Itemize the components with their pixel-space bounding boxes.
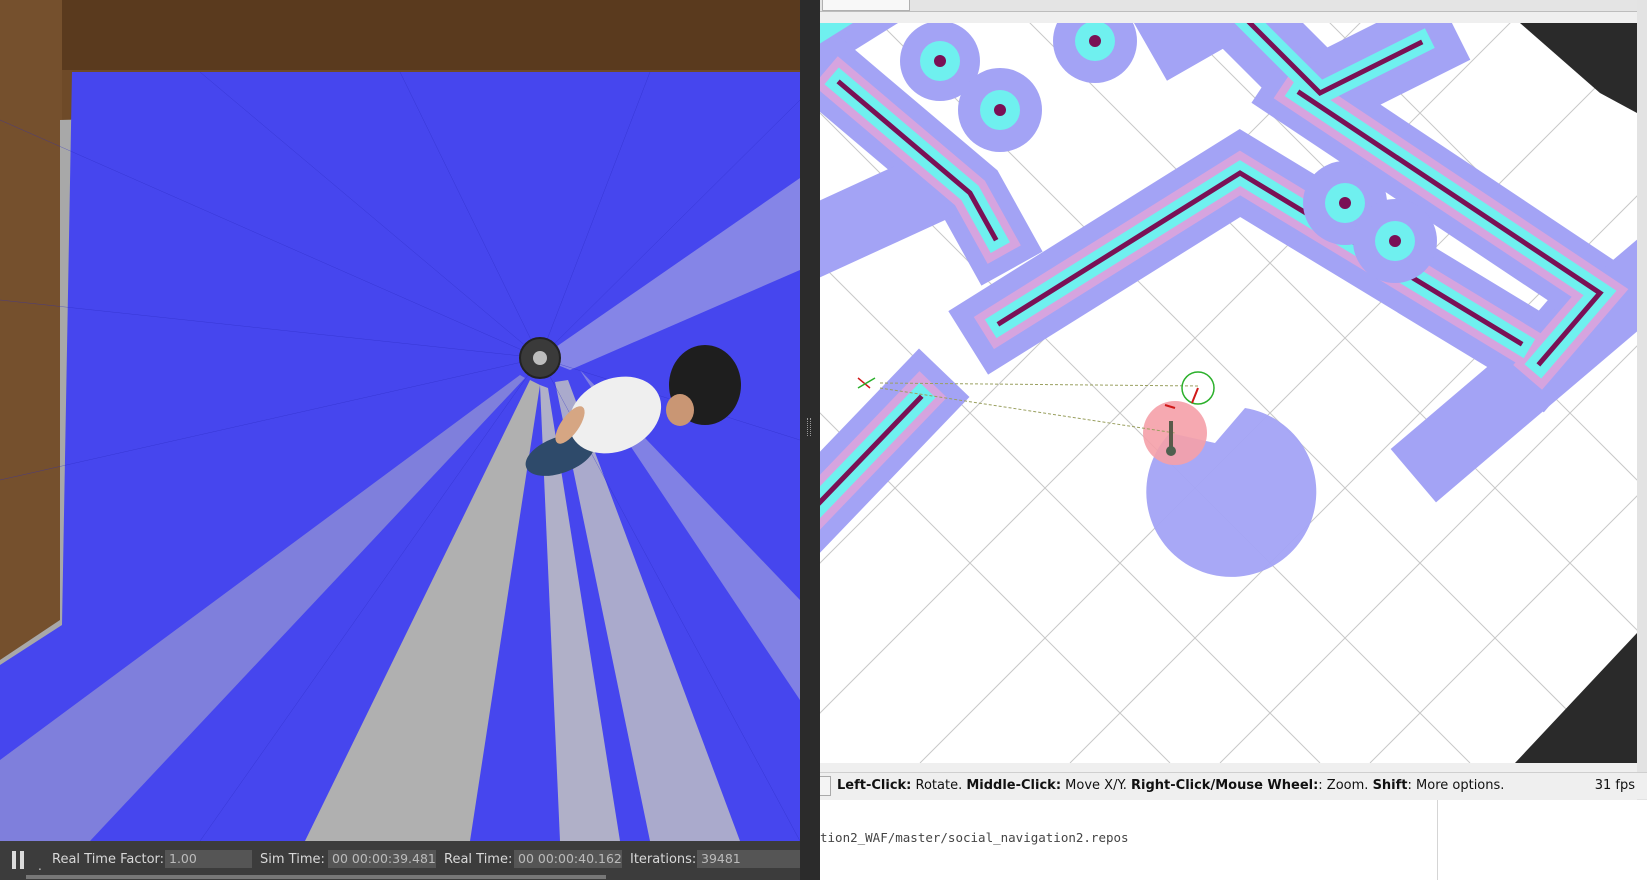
fps-counter: 31 fps <box>1594 778 1635 793</box>
rviz-3d-view[interactable] <box>820 23 1637 763</box>
wall-top <box>0 0 800 70</box>
rviz-status-bar: Left-Click: Rotate. Middle-Click: Move X… <box>820 772 1647 799</box>
gazebo-status-bar: . Real Time Factor: 1.00 Sim Time: 00 00… <box>0 841 800 880</box>
pane-divider <box>1437 800 1438 880</box>
map-edge <box>1515 633 1637 763</box>
robot-sensor <box>533 351 547 365</box>
gazebo-window: . Real Time Factor: 1.00 Sim Time: 00 00… <box>0 0 800 880</box>
iterations-label: Iterations: <box>630 852 697 867</box>
iterations-value: 39481 <box>697 850 800 868</box>
rviz-side-panel <box>1637 0 1647 800</box>
terminal-line: tion2_WAF/master/social_navigation2.repo… <box>820 830 1129 845</box>
gazebo-3d-viewport[interactable] <box>0 0 800 841</box>
sim-time-value: 00 00:00:39.481 <box>328 850 436 868</box>
wall-left <box>0 0 62 670</box>
mouse-hint: Left-Click: Rotate. Middle-Click: Move X… <box>837 778 1505 793</box>
map-edge <box>1520 23 1637 113</box>
real-time-value: 00 00:00:40.162 <box>514 850 622 868</box>
person-face <box>666 394 694 426</box>
social-zone <box>1143 401 1317 577</box>
pause-icon[interactable] <box>12 851 26 869</box>
rviz-toolbar <box>820 0 1647 12</box>
options-icon[interactable]: . <box>38 859 42 873</box>
sim-time-label: Sim Time: <box>260 852 325 867</box>
real-time-label: Real Time: <box>444 852 513 867</box>
gazebo-scrollbar[interactable] <box>26 875 606 879</box>
tool-selector[interactable] <box>822 0 910 11</box>
person-marker[interactable] <box>1181 371 1215 405</box>
splitter-grip-icon[interactable] <box>807 418 811 436</box>
real-time-factor-label: Real Time Factor: <box>52 852 165 867</box>
pane-splitter[interactable] <box>800 0 820 880</box>
costmap-render <box>820 23 1637 763</box>
status-toggle-button[interactable] <box>820 776 831 796</box>
real-time-factor-value: 1.00 <box>165 850 252 868</box>
terminal-pane[interactable]: tion2_WAF/master/social_navigation2.repo… <box>820 800 1647 880</box>
rviz-window: Left-Click: Rotate. Middle-Click: Move X… <box>820 0 1647 800</box>
tf-frame <box>857 377 876 389</box>
